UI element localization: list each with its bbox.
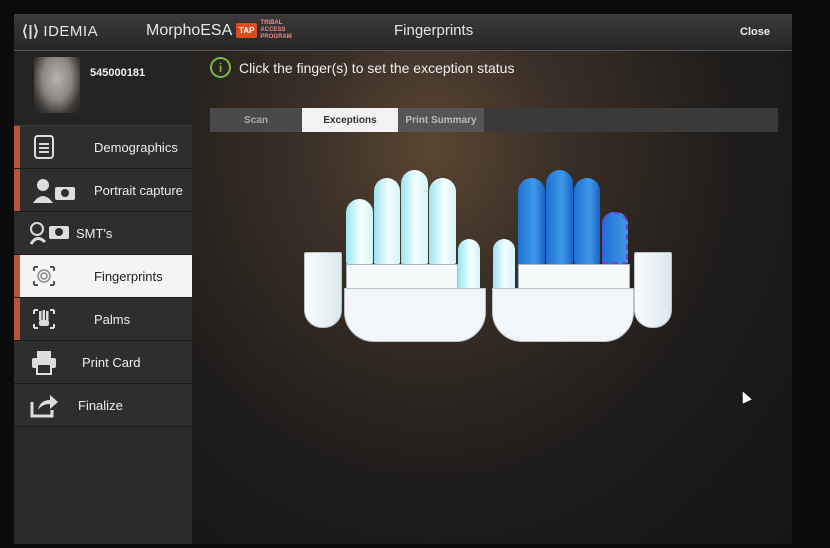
tab-scan[interactable]: Scan	[210, 108, 302, 132]
status-stripe	[14, 169, 20, 211]
sidebar-item-finalize[interactable]: Finalize	[14, 384, 192, 427]
fingerprint-icon	[30, 263, 58, 289]
left-ring-finger[interactable]	[374, 178, 400, 264]
sidebar-item-fingerprints[interactable]: Fingerprints	[14, 255, 192, 298]
left-little-finger[interactable]	[346, 199, 373, 264]
sidebar-item-label: Finalize	[78, 398, 123, 413]
sidebar-item-label: Portrait capture	[94, 183, 183, 198]
tap-badge: TAP	[236, 23, 258, 38]
sidebar-item-palms[interactable]: Palms	[14, 298, 192, 341]
sidebar-item-label: Demographics	[94, 140, 178, 155]
avatar	[34, 57, 80, 113]
top-bar: ⟨|⟩ IDEMIA MorphoESA TAP TRIBAL ACCESS P…	[14, 14, 792, 51]
sidebar-item-portrait-capture[interactable]: Portrait capture	[14, 169, 192, 212]
portrait-camera-icon	[30, 177, 80, 203]
sidebar-item-label: Palms	[94, 312, 131, 327]
page-title: Fingerprints	[394, 22, 474, 39]
status-stripe	[14, 298, 20, 340]
status-stripe	[14, 255, 20, 297]
left-palm-band	[346, 264, 458, 290]
palm-icon	[30, 306, 58, 332]
right-thumb-segment[interactable]	[493, 239, 515, 291]
idemia-logo: ⟨|⟩ IDEMIA	[22, 22, 99, 41]
document-icon	[30, 134, 58, 160]
smt-camera-icon	[26, 220, 76, 246]
hands-diagram	[304, 164, 674, 344]
share-arrow-icon	[30, 392, 58, 418]
tab-bar: Scan Exceptions Print Summary	[210, 108, 778, 132]
instruction-text: Click the finger(s) to set the exception…	[239, 59, 515, 76]
info-icon: i	[210, 57, 231, 78]
right-thumb[interactable]	[634, 252, 672, 328]
sidebar-item-print-card[interactable]: Print Card	[14, 341, 192, 384]
tab-print-summary[interactable]: Print Summary	[398, 108, 484, 132]
left-index-finger[interactable]	[429, 178, 456, 264]
sidebar-item-demographics[interactable]: Demographics	[14, 126, 192, 169]
app-window: ⟨|⟩ IDEMIA MorphoESA TAP TRIBAL ACCESS P…	[14, 14, 792, 544]
left-middle-finger[interactable]	[401, 170, 428, 264]
user-panel: 545000181	[14, 51, 192, 126]
right-ring-finger[interactable]	[574, 178, 600, 264]
right-palm-band	[518, 264, 630, 290]
left-thumb-segment[interactable]	[458, 239, 480, 291]
instruction-banner: i Click the finger(s) to set the excepti…	[210, 57, 514, 78]
right-palm[interactable]	[492, 288, 634, 342]
idemia-logo-icon: ⟨|⟩	[22, 23, 40, 40]
tap-logo: TAP TRIBAL ACCESS PROGRAM	[236, 20, 294, 41]
subject-id: 545000181	[90, 67, 146, 79]
sidebar-item-label: Print Card	[82, 355, 141, 370]
mouse-cursor-icon	[738, 389, 752, 404]
right-index-finger[interactable]	[518, 178, 545, 264]
sidebar-item-label: SMT's	[76, 226, 113, 241]
tab-exceptions[interactable]: Exceptions	[302, 108, 398, 132]
main-content: i Click the finger(s) to set the excepti…	[192, 51, 792, 544]
right-middle-finger[interactable]	[546, 170, 573, 264]
left-palm[interactable]	[344, 288, 486, 342]
close-button[interactable]: Close	[740, 26, 770, 38]
printer-icon	[30, 349, 58, 375]
sidebar: 545000181 Demographics Portrait capture …	[14, 51, 192, 544]
brand-name: IDEMIA	[43, 22, 99, 40]
right-little-finger-exception[interactable]	[602, 212, 628, 264]
sidebar-item-smt[interactable]: SMT's	[14, 212, 192, 255]
app-name: MorphoESA	[146, 22, 233, 39]
sidebar-item-label: Fingerprints	[94, 269, 163, 284]
tap-program-text: TRIBAL ACCESS PROGRAM	[260, 20, 292, 40]
left-thumb[interactable]	[304, 252, 342, 328]
status-stripe	[14, 126, 20, 168]
